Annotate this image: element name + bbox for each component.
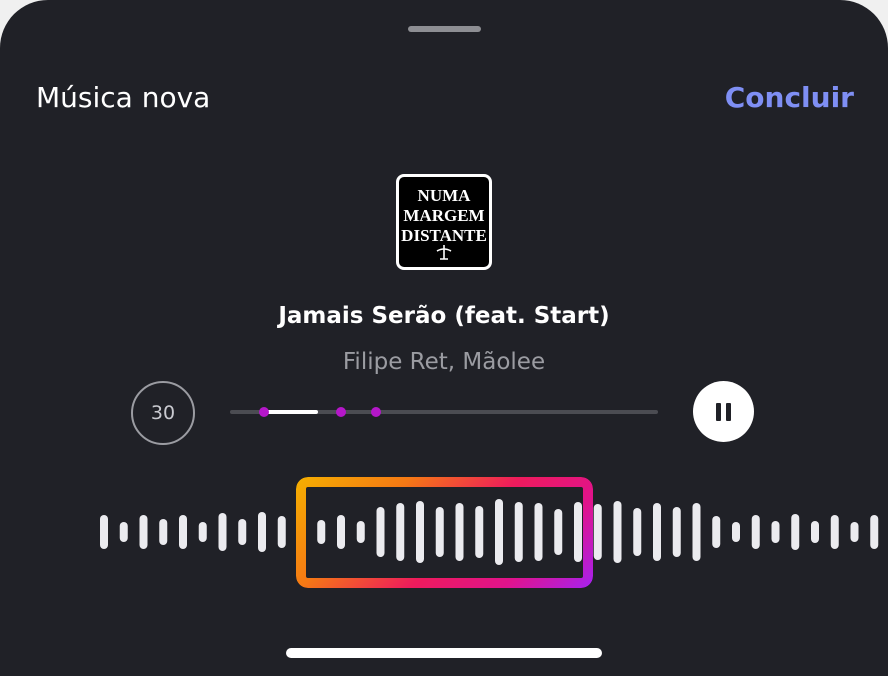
waveform-bar: [692, 503, 701, 561]
waveform-bar: [771, 521, 780, 543]
waveform-bar: [179, 515, 187, 549]
track-artist: Filipe Ret, Mãolee: [342, 349, 546, 375]
album-logo: NUMA MARGEM DISTANTE: [401, 186, 487, 260]
waveform-bar: [791, 514, 800, 550]
waveform-bar: [119, 522, 128, 542]
waveform-bar: [850, 522, 859, 542]
clip-duration-button[interactable]: 30: [131, 381, 195, 445]
waveform-bar: [277, 516, 286, 548]
home-indicator: [286, 648, 602, 658]
waveform-bar: [238, 519, 247, 545]
waveform-bar: [139, 515, 148, 549]
album-art: NUMA MARGEM DISTANTE: [396, 174, 492, 270]
progress-marker[interactable]: [370, 407, 381, 417]
waveform-bar: [712, 516, 721, 548]
waveform-bar: [198, 522, 207, 542]
waveform-bar: [672, 507, 681, 557]
waveform-bar: [100, 515, 108, 549]
waveform-bar: [258, 512, 266, 552]
progress-marker[interactable]: [336, 407, 347, 417]
track-title: Jamais Serão (feat. Start): [278, 303, 610, 329]
album-logo-line-3: DISTANTE: [401, 226, 487, 245]
clip-selection-frame[interactable]: [296, 477, 593, 588]
header-title: Música nova: [36, 81, 211, 114]
waveform-bar: [593, 504, 602, 560]
album-logo-line-1: NUMA: [418, 186, 472, 205]
pause-button[interactable]: [693, 381, 754, 442]
progress-fill: [264, 410, 318, 414]
waveform-bar: [633, 508, 642, 556]
album-logo-ornament: [436, 245, 452, 260]
album-logo-line-2: MARGEM: [403, 206, 484, 225]
waveform-bar: [870, 515, 879, 549]
progress-track[interactable]: [230, 407, 658, 417]
waveform-bar: [811, 521, 819, 543]
done-button[interactable]: Concluir: [725, 80, 854, 116]
pause-icon: [714, 402, 734, 421]
waveform-bar: [159, 519, 168, 545]
waveform-bar: [751, 515, 760, 549]
sheet-grabber[interactable]: [408, 26, 481, 32]
waveform-bar: [218, 513, 227, 551]
progress-marker[interactable]: [259, 407, 270, 417]
music-picker-sheet: Música nova Concluir NUMA MARGEM DISTANT…: [0, 0, 888, 676]
waveform-bar: [830, 515, 839, 549]
waveform-bar: [613, 501, 622, 563]
waveform-bar: [732, 522, 740, 542]
waveform-bar: [653, 503, 661, 561]
